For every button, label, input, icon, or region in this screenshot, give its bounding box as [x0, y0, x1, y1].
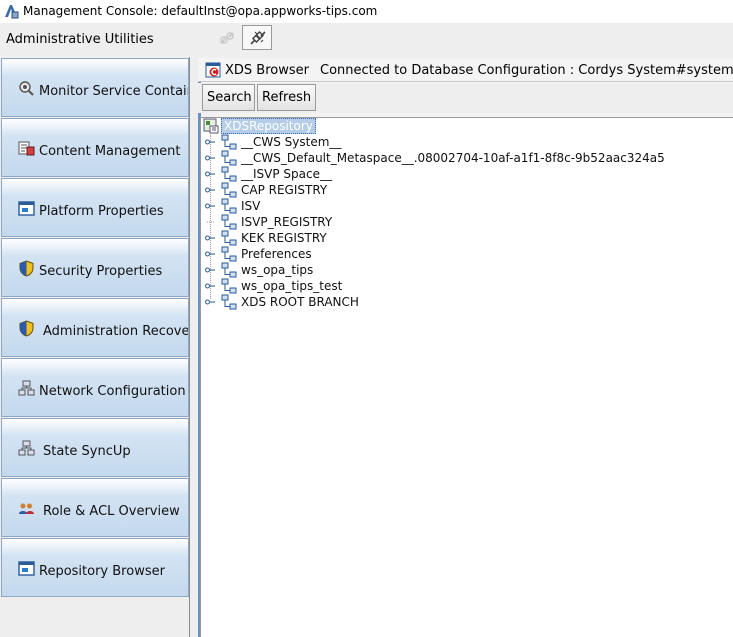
network-icon: [18, 380, 35, 396]
expand-icon[interactable]: [205, 298, 215, 306]
tree-node-label: __CWS System__: [241, 135, 342, 149]
tree-node[interactable]: ISVP_REGISTRY: [201, 214, 721, 230]
connection-status: Connected to Database Configuration : Co…: [320, 63, 733, 78]
tree-node-label: ISVP_REGISTRY: [241, 215, 333, 229]
tree-node-label: ISV: [241, 199, 261, 213]
disconnect-icon: [220, 32, 234, 44]
folder-tree-icon: [221, 166, 237, 182]
expand-icon[interactable]: [205, 234, 215, 242]
shield-icon: [19, 260, 34, 277]
refresh-button[interactable]: Refresh: [257, 84, 316, 111]
expand-icon[interactable]: [205, 170, 215, 178]
tab-title: XDS Browser: [225, 63, 309, 78]
tree-node-label: CAP REGISTRY: [241, 183, 328, 197]
expand-icon[interactable]: [205, 202, 215, 210]
tree-node[interactable]: CAP REGISTRY: [201, 182, 721, 198]
shield-icon: [19, 320, 34, 337]
tree-node[interactable]: Preferences: [201, 246, 721, 262]
platform-properties-icon: [18, 201, 35, 216]
connect-icon: [250, 30, 266, 45]
folder-tree-icon: [221, 198, 237, 214]
folder-tree-icon: [221, 262, 237, 278]
sidebar-item-label: Administration Recovery: [43, 324, 189, 339]
folder-tree-icon: [221, 150, 237, 166]
management-console-icon: [5, 5, 19, 19]
tree-node[interactable]: KEK REGISTRY: [201, 230, 721, 246]
tree-node[interactable]: ISV: [201, 198, 721, 214]
expand-icon[interactable]: [205, 186, 215, 194]
sidebar-item-state-syncup[interactable]: State SyncUp: [1, 418, 189, 477]
sidebar-item-label: State SyncUp: [43, 444, 131, 459]
sidebar-item-role-acl-overview[interactable]: Role & ACL Overview: [1, 478, 189, 537]
tree-node-label: ws_opa_tips: [241, 263, 314, 277]
repository-root-icon: [203, 118, 219, 134]
expand-icon[interactable]: [205, 138, 215, 146]
sidebar-item-administration-recovery[interactable]: Administration Recovery: [1, 298, 189, 357]
tree-node[interactable]: ws_opa_tips_test: [201, 278, 721, 294]
folder-tree-icon: [221, 246, 237, 262]
folder-tree-icon: [221, 294, 237, 310]
tree-node-label: ws_opa_tips_test: [241, 279, 343, 293]
sidebar-item-label: Network Configuration: [39, 384, 186, 399]
sidebar: Monitor Service Container Content Manage…: [0, 57, 190, 637]
tree-node[interactable]: XDS ROOT BRANCH: [201, 294, 721, 310]
sidebar-item-label: Repository Browser: [39, 564, 165, 579]
tree-node[interactable]: __CWS_Default_Metaspace__.08002704-10af-…: [201, 150, 721, 166]
gear-search-icon: [19, 81, 34, 96]
tree-node-label: KEK REGISTRY: [241, 231, 327, 245]
expand-icon[interactable]: [205, 154, 215, 162]
xds-toolbar: Search Refresh: [198, 83, 733, 113]
repository-icon: [18, 561, 35, 576]
folder-tree-icon: [221, 214, 237, 230]
tree-root-label: XDSRepository: [221, 118, 316, 134]
tree-node-label: __ISVP Space__: [241, 167, 332, 181]
tree-node[interactable]: __ISVP Space__: [201, 166, 721, 182]
content-management-icon: [18, 141, 35, 156]
expand-icon[interactable]: [205, 266, 215, 274]
sidebar-item-repository-browser[interactable]: Repository Browser: [1, 538, 189, 597]
connect-button[interactable]: [242, 25, 272, 50]
xds-browser-panel: XDS Browser Connected to Database Config…: [190, 57, 733, 637]
sidebar-item-label: Security Properties: [39, 264, 163, 279]
disconnect-button[interactable]: [211, 25, 241, 50]
folder-tree-icon: [221, 278, 237, 294]
sidebar-item-network-configuration[interactable]: Network Configuration: [1, 358, 189, 417]
xds-browser-tab[interactable]: XDS Browser Connected to Database Config…: [198, 58, 733, 82]
utilities-title: Administrative Utilities: [6, 32, 154, 47]
tree-node-label: Preferences: [241, 247, 312, 261]
folder-tree-icon: [221, 134, 237, 150]
expand-icon[interactable]: [205, 250, 215, 258]
network-icon: [18, 440, 35, 456]
sidebar-item-content-management[interactable]: Content Management: [1, 118, 189, 177]
tree-node[interactable]: ws_opa_tips: [201, 262, 721, 278]
leaf-connector-icon: [207, 221, 215, 223]
folder-tree-icon: [221, 230, 237, 246]
tree-node-label: XDS ROOT BRANCH: [241, 295, 359, 309]
folder-tree-icon: [221, 182, 237, 198]
tree-node-label: __CWS_Default_Metaspace__.08002704-10af-…: [241, 151, 665, 165]
sidebar-item-label: Content Management: [39, 144, 181, 159]
tree-node[interactable]: __CWS System__: [201, 134, 721, 150]
window-title: Management Console: defaultInst@opa.appw…: [23, 4, 378, 18]
search-button[interactable]: Search: [202, 84, 255, 111]
window-title-bar: Management Console: defaultInst@opa.appw…: [0, 0, 733, 23]
expand-icon[interactable]: [205, 282, 215, 290]
sidebar-item-label: Role & ACL Overview: [43, 504, 180, 519]
users-icon: [19, 503, 34, 514]
sidebar-item-label: Monitor Service Container: [39, 84, 188, 99]
sidebar-item-monitor-service-container[interactable]: Monitor Service Container: [1, 58, 189, 117]
utilities-bar: Administrative Utilities: [0, 23, 733, 55]
repository-tree: XDSRepository __CWS System__ __CWS_Defau…: [200, 117, 733, 637]
xds-browser-icon: [205, 62, 221, 78]
sidebar-item-label: Platform Properties: [39, 204, 164, 219]
sidebar-item-security-properties[interactable]: Security Properties: [1, 238, 189, 297]
sidebar-item-platform-properties[interactable]: Platform Properties: [1, 178, 189, 237]
